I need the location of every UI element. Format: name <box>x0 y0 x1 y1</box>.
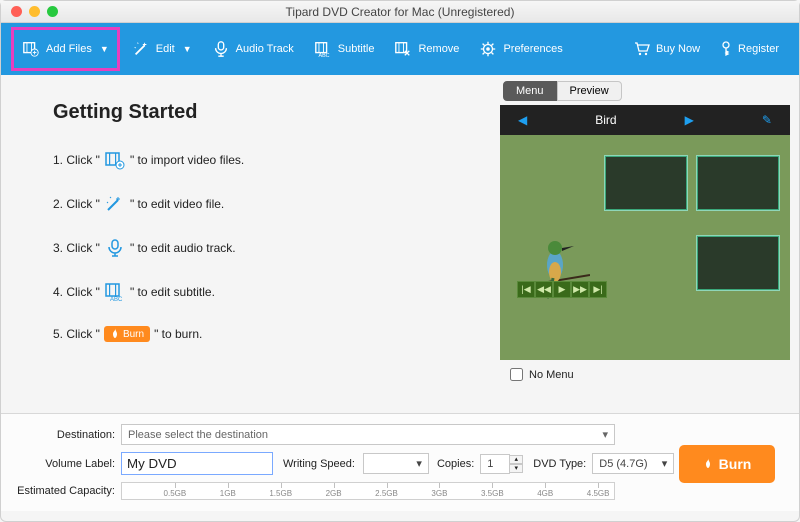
prev-arrow-icon[interactable]: ◀ <box>518 113 527 127</box>
remove-button[interactable]: Remove <box>384 36 469 62</box>
chevron-down-icon: ▾ <box>416 457 422 470</box>
step-3: 3. Click " " to edit audio track. <box>53 238 476 258</box>
step-4: 4. Click " ABC " to edit subtitle. <box>53 282 476 302</box>
copies-label: Copies: <box>437 458 474 470</box>
tab-menu[interactable]: Menu <box>503 81 557 101</box>
burn-button[interactable]: Burn <box>679 445 775 483</box>
tab-preview[interactable]: Preview <box>557 81 622 101</box>
microphone-icon <box>212 40 230 58</box>
destination-label: Destination: <box>15 429 121 441</box>
flame-icon <box>703 458 713 470</box>
burn-button-label: Burn <box>719 456 752 472</box>
edit-menu-icon[interactable]: ✎ <box>762 113 772 127</box>
remove-icon <box>394 40 412 58</box>
chevron-down-icon: ▼ <box>100 44 109 54</box>
skip-back-button[interactable]: |◀ <box>517 281 535 298</box>
capacity-label: Estimated Capacity: <box>15 485 121 497</box>
subtitle-icon: ABC <box>104 282 126 302</box>
step-down-icon[interactable]: ▾ <box>509 464 523 473</box>
menu-thumb-2[interactable] <box>696 155 780 211</box>
close-window-button[interactable] <box>11 6 22 17</box>
register-label: Register <box>738 43 779 55</box>
copies-stepper[interactable]: ▴▾ <box>509 455 523 473</box>
preferences-button[interactable]: Preferences <box>469 36 572 62</box>
forward-button[interactable]: ▶▶ <box>571 281 589 298</box>
step-5: 5. Click " Burn " to burn. <box>53 326 476 342</box>
menu-thumb-1[interactable] <box>604 155 688 211</box>
audio-track-button[interactable]: Audio Track <box>202 36 304 62</box>
add-files-icon <box>22 40 40 58</box>
next-arrow-icon[interactable]: ▶ <box>685 113 694 127</box>
title-bar: Tipard DVD Creator for Mac (Unregistered… <box>1 1 799 23</box>
svg-text:ABC: ABC <box>110 297 123 302</box>
step-2: 2. Click " " to edit video file. <box>53 194 476 214</box>
magic-wand-icon <box>104 194 126 214</box>
cart-icon <box>634 42 650 56</box>
window-title: Tipard DVD Creator for Mac (Unregistered… <box>1 5 799 19</box>
magic-wand-icon <box>132 40 150 58</box>
chevron-down-icon: ▾ <box>602 428 608 441</box>
gear-icon <box>479 40 497 58</box>
subtitle-label: Subtitle <box>338 43 375 55</box>
writing-speed-label: Writing Speed: <box>283 458 355 470</box>
skip-forward-button[interactable]: ▶| <box>589 281 607 298</box>
volume-label-input[interactable] <box>121 452 273 475</box>
step-up-icon[interactable]: ▴ <box>509 455 523 464</box>
subtitle-button[interactable]: ABC Subtitle <box>304 36 385 62</box>
zoom-window-button[interactable] <box>47 6 58 17</box>
edit-label: Edit <box>156 43 175 55</box>
minimize-window-button[interactable] <box>29 6 40 17</box>
remove-label: Remove <box>418 43 459 55</box>
getting-started-panel: Getting Started 1. Click " " to import v… <box>1 75 500 413</box>
copies-input[interactable]: 1 <box>480 454 510 474</box>
menu-thumb-3[interactable] <box>696 235 780 291</box>
burn-mini-badge: Burn <box>104 326 150 342</box>
add-files-icon <box>104 150 126 170</box>
preview-tabs: Menu Preview <box>503 81 799 101</box>
buy-now-label: Buy Now <box>656 43 700 55</box>
audio-track-label: Audio Track <box>236 43 294 55</box>
subtitle-icon: ABC <box>314 40 332 58</box>
dvd-type-select[interactable]: D5 (4.7G)▾ <box>592 453 674 474</box>
no-menu-checkbox[interactable] <box>510 368 523 381</box>
add-files-label: Add Files <box>46 43 92 55</box>
add-files-button[interactable]: Add Files ▼ <box>11 27 120 71</box>
preferences-label: Preferences <box>503 43 562 55</box>
preview-title: Bird <box>595 113 616 127</box>
menu-preview: ◀ Bird ▶ ✎ |◀ ◀◀ ▶ ▶▶ ▶| <box>500 105 790 360</box>
destination-select[interactable]: Please select the destination ▾ <box>121 424 615 445</box>
play-button[interactable]: ▶ <box>553 281 571 298</box>
capacity-ruler: 0.5GB1GB1.5GB2GB2.5GB3GB3.5GB4GB4.5GB <box>121 482 615 500</box>
volume-label-label: Volume Label: <box>15 458 121 470</box>
edit-button[interactable]: Edit ▼ <box>122 36 202 62</box>
chevron-down-icon: ▼ <box>183 44 192 54</box>
getting-started-title: Getting Started <box>53 101 476 124</box>
microphone-icon <box>104 238 126 258</box>
playback-controls: |◀ ◀◀ ▶ ▶▶ ▶| <box>517 281 607 298</box>
dvd-type-label: DVD Type: <box>533 458 586 470</box>
chevron-down-icon: ▾ <box>662 457 668 470</box>
no-menu-label: No Menu <box>529 369 574 381</box>
svg-text:ABC: ABC <box>318 53 329 58</box>
flame-icon <box>110 328 120 340</box>
bottom-panel: Destination: Please select the destinati… <box>1 413 799 511</box>
no-menu-option[interactable]: No Menu <box>500 360 799 389</box>
preview-navbar: ◀ Bird ▶ ✎ <box>500 105 790 135</box>
step-1: 1. Click " " to import video files. <box>53 150 476 170</box>
register-button[interactable]: Register <box>710 37 789 61</box>
main-toolbar: Add Files ▼ Edit ▼ Audio Track ABC Subti… <box>1 23 799 75</box>
key-icon <box>720 41 732 57</box>
writing-speed-select[interactable]: ▾ <box>363 453 429 474</box>
buy-now-button[interactable]: Buy Now <box>624 38 710 60</box>
rewind-button[interactable]: ◀◀ <box>535 281 553 298</box>
